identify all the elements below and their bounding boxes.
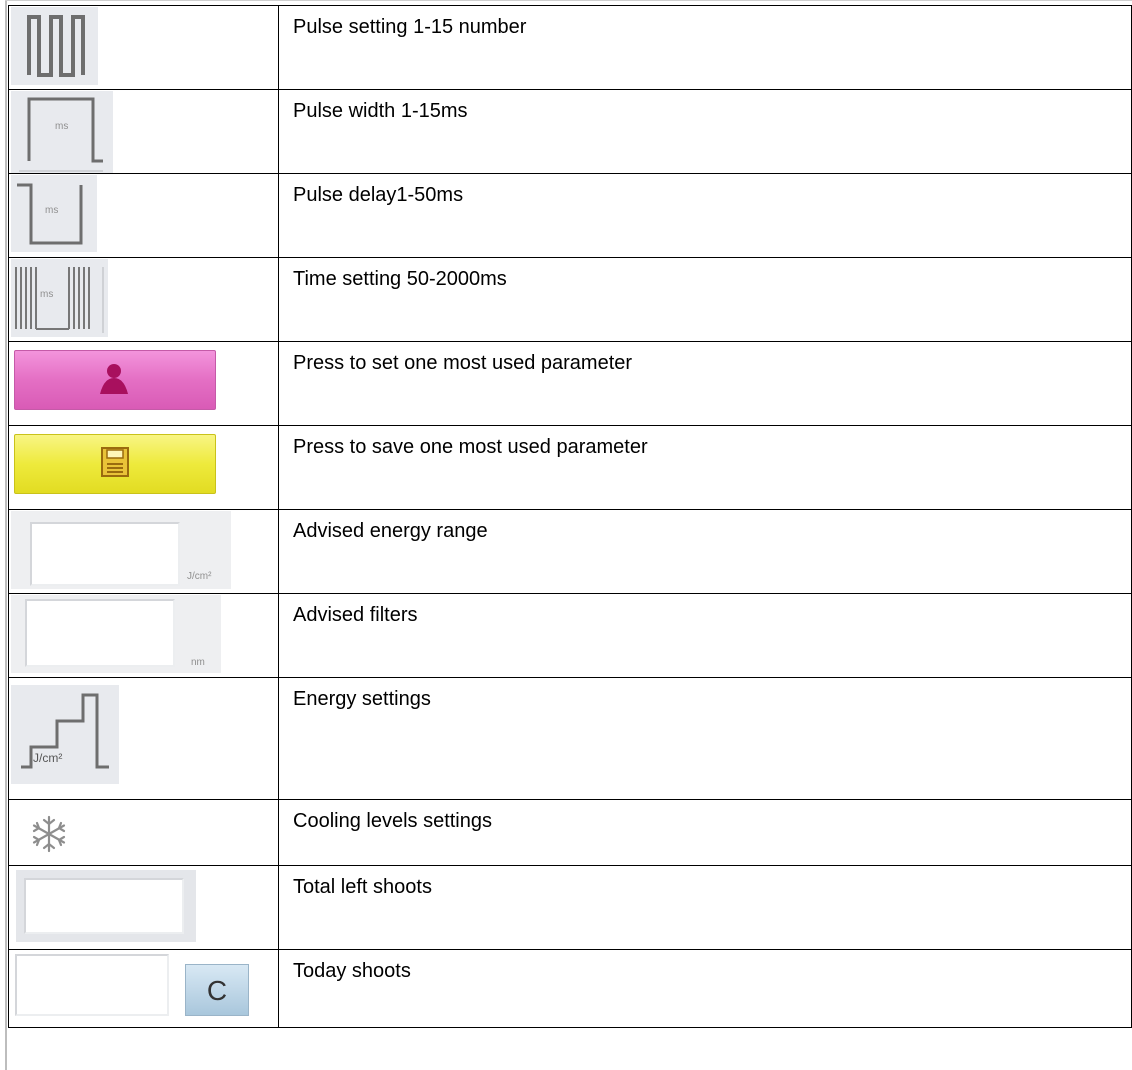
- row-label: Pulse delay1-50ms: [278, 173, 1132, 258]
- ms-unit-label: ms: [45, 205, 59, 216]
- energy-range-field: J/cm²: [11, 511, 231, 589]
- shoots-field: [16, 870, 196, 942]
- pulse-delay-icon: ms: [11, 175, 97, 252]
- table-row: Cooling levels settings: [8, 799, 1132, 866]
- pulse-width-icon: ms: [11, 91, 113, 173]
- today-shoots-input: [15, 954, 169, 1016]
- table-row: ms Time setting 50-2000ms: [8, 257, 1132, 342]
- today-shoots-field: C: [15, 954, 251, 1020]
- time-setting-icon: ms: [11, 259, 108, 337]
- clear-button-label: C: [206, 975, 228, 1006]
- table-row: C Today shoots: [8, 949, 1132, 1028]
- energy-unit-label: J/cm²: [187, 571, 212, 582]
- filter-input: [25, 599, 175, 667]
- nm-unit-label: nm: [191, 657, 205, 668]
- row-label: Press to set one most used parameter: [278, 341, 1132, 426]
- total-left-shoots-input: [24, 878, 184, 934]
- row-label: Energy settings: [278, 677, 1132, 800]
- table-row: J/cm² Energy settings: [8, 677, 1132, 800]
- energy-steps-icon: J/cm²: [11, 685, 119, 784]
- row-label: Total left shoots: [278, 865, 1132, 950]
- icon-legend-table: Pulse setting 1-15 number ms Pulse width…: [8, 5, 1132, 1028]
- row-label: Pulse width 1-15ms: [278, 89, 1132, 174]
- clear-button[interactable]: C: [185, 964, 249, 1016]
- filter-field: nm: [11, 595, 221, 673]
- row-label: Advised energy range: [278, 509, 1132, 594]
- energy-unit-label: J/cm²: [33, 751, 63, 765]
- row-label: Cooling levels settings: [278, 799, 1132, 866]
- page-edge-top: [5, 0, 1132, 1]
- save-parameter-button[interactable]: [14, 434, 216, 494]
- table-row: J/cm² Advised energy range: [8, 509, 1132, 594]
- row-label: Press to save one most used parameter: [278, 425, 1132, 510]
- row-label: Advised filters: [278, 593, 1132, 678]
- table-row: nm Advised filters: [8, 593, 1132, 678]
- pulse-number-icon: [11, 7, 98, 85]
- page-edge: [5, 0, 7, 1070]
- energy-range-input: [30, 522, 180, 586]
- row-label: Pulse setting 1-15 number: [278, 5, 1132, 90]
- user-icon: [100, 364, 128, 394]
- ms-unit-label: ms: [55, 121, 69, 132]
- table-row: Pulse setting 1-15 number: [8, 5, 1132, 90]
- floppy-disk-icon: [101, 447, 129, 477]
- set-parameter-button[interactable]: [14, 350, 216, 410]
- table-row: Total left shoots: [8, 865, 1132, 950]
- table-row: ms Pulse width 1-15ms: [8, 89, 1132, 174]
- row-label: Time setting 50-2000ms: [278, 257, 1132, 342]
- table-row: Press to save one most used parameter: [8, 425, 1132, 510]
- snowflake-icon: [29, 814, 69, 854]
- table-row: ms Pulse delay1-50ms: [8, 173, 1132, 258]
- table-row: Press to set one most used parameter: [8, 341, 1132, 426]
- row-label: Today shoots: [278, 949, 1132, 1028]
- ms-unit-label: ms: [40, 289, 54, 300]
